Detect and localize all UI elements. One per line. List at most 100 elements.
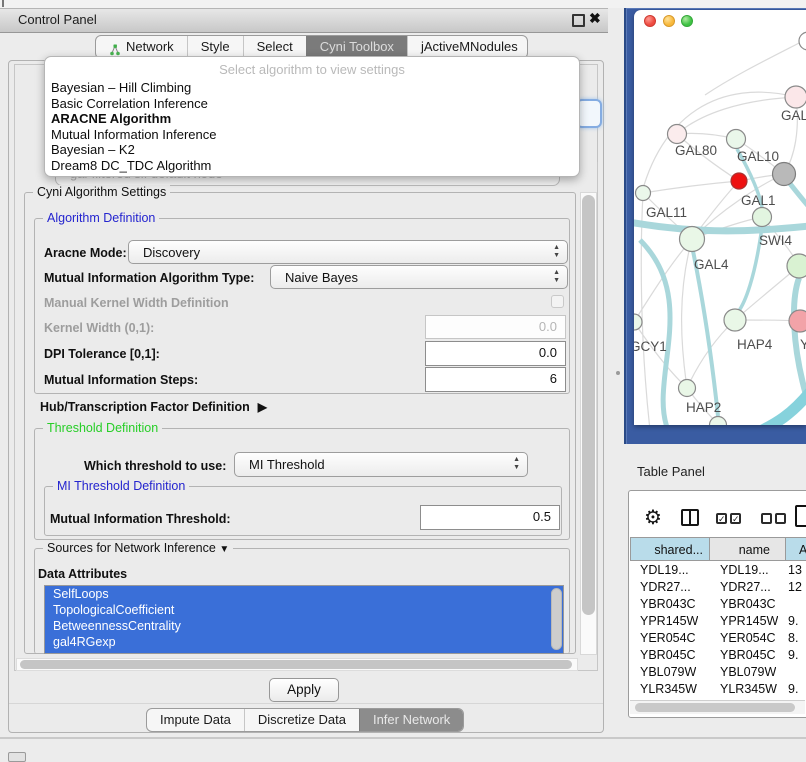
deselect-all-checkbox-icon[interactable] [761, 513, 772, 524]
tab-network[interactable]: Network [96, 36, 187, 58]
dropdown-item[interactable]: Basic Correlation Inference [45, 96, 579, 112]
attribute-item[interactable]: SelfLoops [45, 586, 563, 602]
aracne-mode-combo[interactable]: Discovery ▲▼ [128, 240, 568, 264]
mi-threshold-field[interactable]: 0.5 [420, 505, 560, 530]
table-cell[interactable]: YBR043C [720, 596, 776, 613]
network-node-gal4[interactable] [680, 227, 705, 252]
table-cell[interactable]: YBL079W [640, 664, 696, 681]
mac-zoom-icon[interactable] [681, 15, 693, 27]
table-cell[interactable]: YPR145W [640, 613, 698, 630]
network-node-gal10[interactable] [727, 130, 746, 149]
bottom-tab-bar: Impute Data Discretize Data Infer Networ… [146, 708, 464, 732]
column-header-shared-name[interactable]: shared... [630, 537, 710, 561]
which-threshold-combo[interactable]: MI Threshold ▲▼ [234, 452, 528, 477]
mi-type-combo[interactable]: Naive Bayes ▲▼ [270, 265, 568, 289]
attribute-item[interactable]: BetweennessCentrality [45, 618, 563, 634]
mi-steps-field[interactable]: 6 [425, 367, 566, 392]
table-horizontal-scrollbar[interactable] [630, 700, 805, 714]
gear-icon[interactable]: ⚙ [644, 505, 662, 530]
hub-definition-toggle[interactable]: Hub/Transcription Factor Definition▶ [40, 400, 267, 414]
apply-button[interactable]: Apply [269, 678, 339, 702]
columns-icon[interactable] [681, 509, 699, 526]
table-cell[interactable]: 9. [788, 681, 798, 698]
table-cell[interactable]: 8. [788, 630, 798, 647]
horizontal-scroll-thumb[interactable] [20, 660, 572, 669]
tab-select[interactable]: Select [243, 36, 306, 58]
which-threshold-label: Which threshold to use: [84, 459, 226, 473]
column-header-name[interactable]: name [709, 537, 786, 561]
new-table-icon[interactable] [795, 505, 806, 527]
mac-close-icon[interactable] [644, 15, 656, 27]
network-node-gal1[interactable] [753, 208, 772, 227]
mac-minimize-icon[interactable] [663, 15, 675, 27]
panel-resize-handle[interactable] [616, 371, 620, 375]
network-node-gal11[interactable] [636, 186, 651, 201]
column-header-partial[interactable]: A [785, 537, 806, 561]
table-cell[interactable]: YBR045C [720, 647, 776, 664]
tab-impute-data[interactable]: Impute Data [147, 709, 244, 731]
settings-horizontal-scrollbar[interactable] [16, 658, 578, 671]
select-all-checkbox-icon[interactable]: ✓ [716, 513, 727, 524]
network-node-gal80[interactable] [668, 125, 687, 144]
table-cell[interactable]: 9. [788, 647, 798, 664]
tab-style-label: Style [201, 36, 230, 58]
manual-kernel-checkbox[interactable] [551, 295, 564, 308]
dropdown-item[interactable]: Mutual Information Inference [45, 127, 579, 143]
aracne-mode-label: Aracne Mode: [44, 246, 127, 260]
tab-infer-network[interactable]: Infer Network [359, 709, 463, 731]
table-hscroll-thumb[interactable] [635, 703, 795, 712]
deselect-all-checkbox-icon[interactable] [775, 513, 786, 524]
network-node-partial-top[interactable] [799, 32, 806, 50]
dropdown-item[interactable]: Dream8 DC_TDC Algorithm [45, 158, 579, 174]
combo-stepper-icon: ▲▼ [513, 456, 520, 472]
select-all-checkbox-icon[interactable]: ✓ [730, 513, 741, 524]
maximize-icon[interactable] [572, 14, 585, 27]
table-cell[interactable]: YBL079W [720, 664, 776, 681]
settings-vertical-scrollbar[interactable] [580, 192, 597, 655]
kernel-width-field[interactable]: 0.0 [425, 315, 566, 339]
network-canvas[interactable]: GAL80 GAL10 GAL11 GAL1 SWI4 GAL4 GCY1 HA… [634, 28, 806, 425]
tab-jactivemnodules[interactable]: jActiveMNodules [407, 36, 528, 58]
attribute-list-scrollbar[interactable] [551, 588, 562, 650]
network-node-hap4[interactable] [724, 309, 746, 331]
table-cell[interactable]: YPR145W [720, 613, 778, 630]
table-cell[interactable]: 12 [788, 579, 802, 596]
dropdown-item[interactable]: Bayesian – K2 [45, 142, 579, 158]
node-label: HAP4 [737, 337, 773, 352]
table-cell[interactable]: YLR345W [640, 681, 697, 698]
network-node-salmon[interactable] [789, 310, 806, 332]
tab-cyni-toolbox[interactable]: Cyni Toolbox [306, 36, 407, 58]
network-node-hap2[interactable] [679, 380, 696, 397]
table-cell[interactable]: 9. [788, 613, 798, 630]
attribute-item[interactable]: TopologicalCoefficient [45, 602, 563, 618]
table-cell[interactable]: YER054C [720, 630, 776, 647]
algorithm-dropdown-popup: Select algorithm to view settings Bayesi… [44, 56, 580, 177]
network-node-right-green[interactable] [787, 254, 806, 278]
table-cell[interactable]: YER054C [640, 630, 696, 647]
dpi-tolerance-field[interactable]: 0.0 [425, 341, 566, 366]
table-cell[interactable]: YLR345W [720, 681, 777, 698]
vertical-scroll-thumb[interactable] [582, 195, 595, 615]
table-cell[interactable]: YDR27... [640, 579, 691, 596]
network-node-gal-top[interactable] [785, 86, 806, 108]
tab-discretize-data[interactable]: Discretize Data [244, 709, 359, 731]
attribute-item[interactable]: gal4RGexp [45, 634, 563, 650]
sources-group-title[interactable]: Sources for Network Inference ▼ [43, 541, 233, 555]
table-cell[interactable]: YBR045C [640, 647, 696, 664]
dropdown-item-aracne[interactable]: ARACNE Algorithm [45, 111, 579, 127]
dropdown-item[interactable]: Bayesian – Hill Climbing [45, 80, 579, 96]
data-attributes-list[interactable]: SelfLoops TopologicalCoefficient Between… [44, 585, 564, 654]
table-cell[interactable]: YBR043C [640, 596, 696, 613]
tab-style[interactable]: Style [187, 36, 243, 58]
table-cell[interactable]: YDR27... [720, 579, 771, 596]
network-node-gcy1[interactable] [634, 314, 642, 330]
table-body[interactable]: YDL19... YDL19... 13 YDR27... YDR27... 12 YB… [630, 562, 806, 700]
network-node-red-selected[interactable] [731, 173, 747, 189]
network-node-gray[interactable] [773, 163, 796, 186]
bottom-left-partial-button[interactable] [8, 752, 26, 762]
mi-type-label: Mutual Information Algorithm Type: [44, 271, 254, 285]
close-icon[interactable]: ✖ [589, 10, 601, 27]
table-cell[interactable]: YDL19... [720, 562, 769, 579]
table-cell[interactable]: YDL19... [640, 562, 689, 579]
table-cell[interactable]: 13 [788, 562, 802, 579]
